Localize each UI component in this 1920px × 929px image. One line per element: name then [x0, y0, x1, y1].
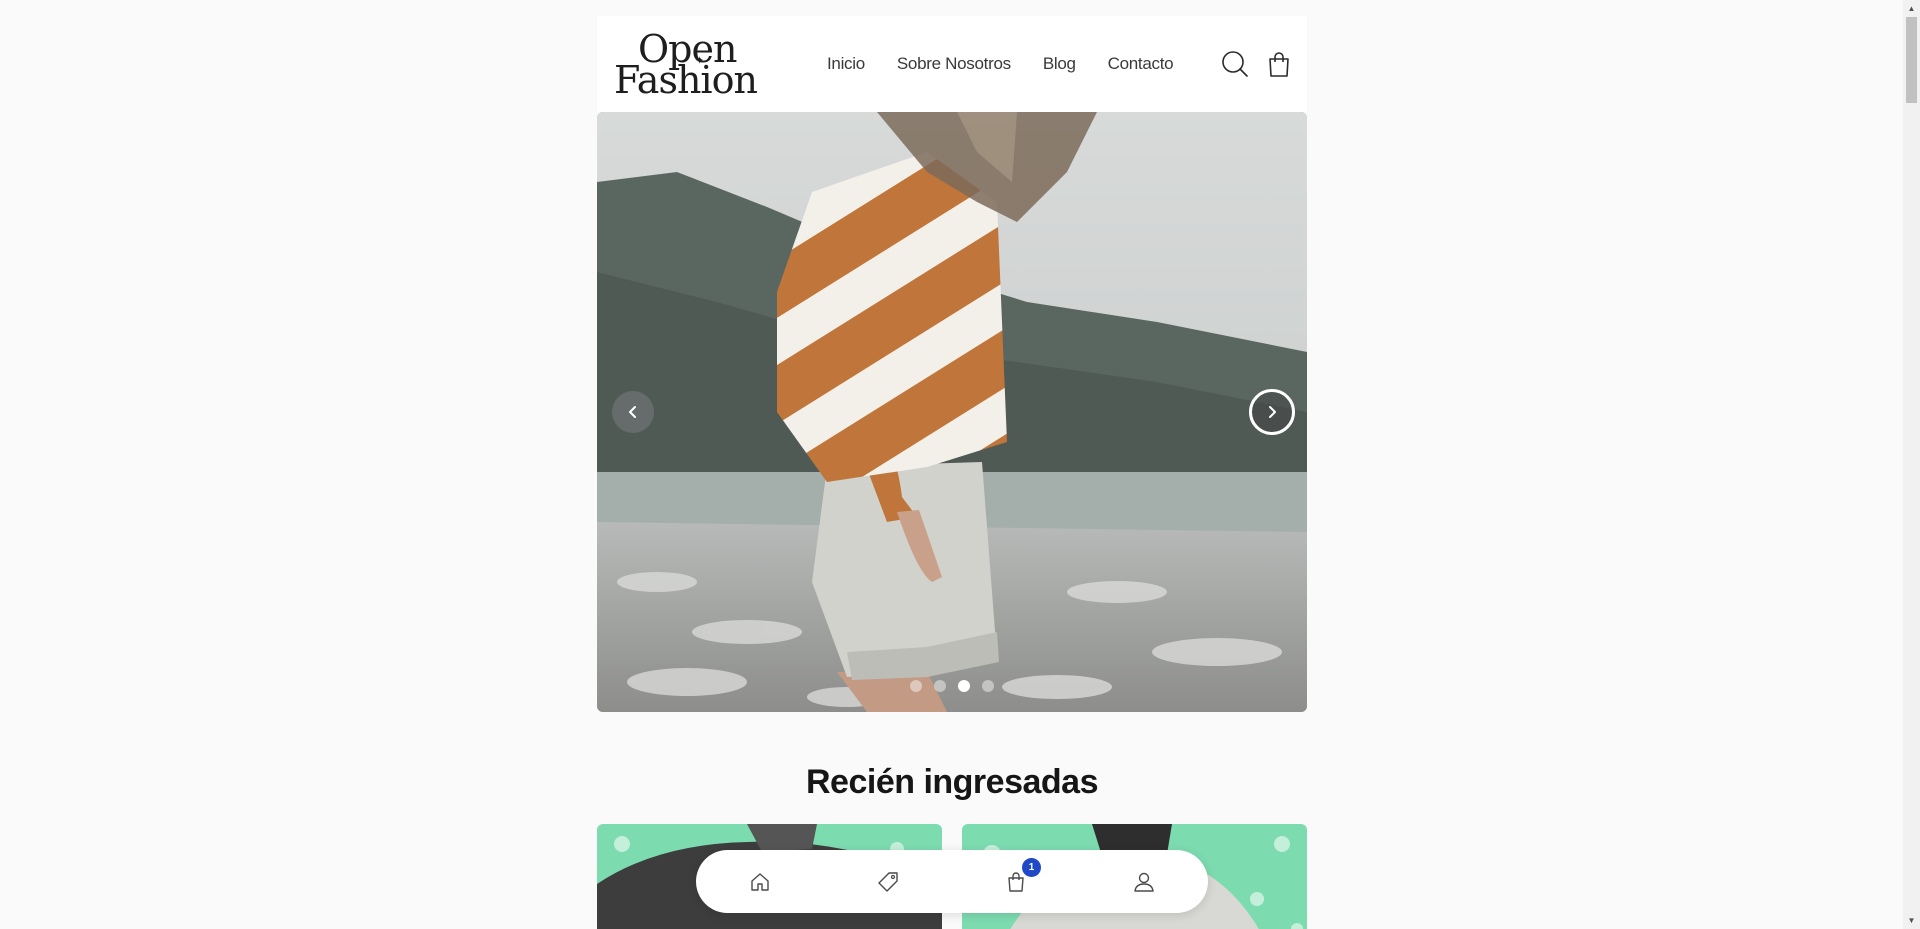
carousel-dot-1[interactable] [910, 680, 922, 692]
carousel-dot-4[interactable] [982, 680, 994, 692]
bottom-nav-account[interactable] [1129, 867, 1159, 897]
carousel-prev-button[interactable] [612, 391, 654, 433]
hero-carousel [597, 112, 1307, 712]
home-icon [751, 873, 769, 891]
shopping-bag-icon [1008, 872, 1024, 892]
bottom-nav: 1 [696, 850, 1208, 913]
nav-item-contacto[interactable]: Contacto [1108, 54, 1174, 74]
scroll-thumb[interactable] [1906, 17, 1917, 103]
chevron-right-icon [1269, 406, 1276, 418]
logo-line-2: Fashion [614, 58, 758, 103]
nav-item-sobre-nosotros[interactable]: Sobre Nosotros [897, 54, 1011, 74]
carousel-dot-2[interactable] [934, 680, 946, 692]
carousel-next-button[interactable] [1249, 389, 1295, 435]
user-icon [1134, 872, 1154, 892]
page-scrollbar[interactable]: ▲ ▼ [1903, 0, 1920, 929]
brand-logo[interactable]: Open Fashion ✦ [614, 30, 759, 103]
search-icon[interactable] [1221, 50, 1249, 78]
carousel-indicators [910, 680, 994, 692]
section-title: Recién ingresadas [806, 763, 1098, 801]
carousel-dot-3[interactable] [958, 680, 970, 692]
tag-icon [878, 872, 898, 892]
site-header: Open Fashion ✦ Inicio Sobre Nosotros Blo… [597, 16, 1307, 112]
nav-item-blog[interactable]: Blog [1043, 54, 1076, 74]
hero-image [597, 112, 1307, 712]
bottom-nav-offers[interactable] [873, 867, 903, 897]
chevron-left-icon [629, 406, 636, 418]
cart-icon[interactable] [1265, 50, 1293, 78]
main-nav: Inicio Sobre Nosotros Blog Contacto [827, 16, 1174, 112]
cart-count-badge: 1 [1022, 858, 1041, 877]
nav-item-inicio[interactable]: Inicio [827, 54, 865, 74]
bottom-nav-cart[interactable]: 1 [1001, 858, 1041, 897]
logo-sparkle-icon: ✦ [695, 54, 704, 67]
page: Open Fashion ✦ Inicio Sobre Nosotros Blo… [0, 0, 1920, 929]
scroll-up-arrow-icon[interactable]: ▲ [1903, 0, 1920, 17]
bottom-nav-home[interactable] [745, 867, 775, 897]
scroll-down-arrow-icon[interactable]: ▼ [1903, 912, 1920, 929]
